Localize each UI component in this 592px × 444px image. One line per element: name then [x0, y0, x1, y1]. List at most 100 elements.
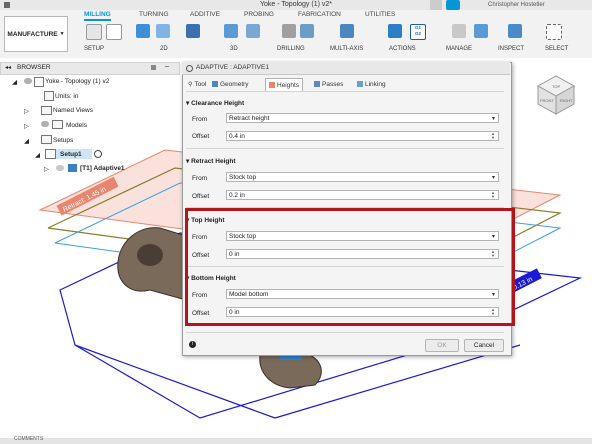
- radio-icon[interactable]: [94, 150, 102, 158]
- group-setup[interactable]: SETUP: [84, 46, 104, 52]
- from-label: From: [192, 116, 208, 123]
- workspace-label: MANUFACTURE: [7, 30, 58, 38]
- group-actions[interactable]: ACTIONS: [389, 46, 416, 52]
- passes-icon: [314, 81, 320, 87]
- expand-icon[interactable]: ▷: [24, 122, 29, 130]
- face-icon[interactable]: [186, 24, 200, 38]
- tool-library-icon[interactable]: [452, 24, 466, 38]
- tool-icon: ⚲: [188, 81, 193, 88]
- tree-toggle[interactable]: ◢: [24, 137, 29, 145]
- section-clearance-height[interactable]: ▾ Clearance Height: [186, 99, 244, 107]
- tab-geometry[interactable]: Geometry: [212, 78, 249, 90]
- linking-icon: [357, 81, 363, 87]
- new-tab-icon[interactable]: [430, 0, 442, 10]
- tree-setups[interactable]: Setups: [53, 137, 73, 144]
- clearance-offset-input[interactable]: 0.4 in ▲ ▼: [226, 131, 499, 141]
- offset-label: Offset: [192, 193, 210, 200]
- document-icon: [34, 77, 44, 87]
- setup-icon[interactable]: [86, 24, 102, 40]
- setup-folder-icon: [45, 149, 56, 159]
- drill-options-icon[interactable]: [300, 24, 314, 38]
- tree-setup1[interactable]: Setup1: [60, 151, 82, 158]
- inspect-icon[interactable]: [508, 24, 522, 38]
- tree-toggle[interactable]: ◢: [12, 78, 17, 86]
- spinner-icon[interactable]: ▲ ▼: [491, 132, 497, 140]
- group-drilling[interactable]: DRILLING: [277, 46, 305, 52]
- close-icon[interactable]: –: [165, 63, 169, 70]
- tab-turning[interactable]: TURNING: [139, 11, 169, 18]
- group-3d[interactable]: 3D: [230, 46, 238, 52]
- navigation-toolbar[interactable]: [200, 438, 380, 444]
- tree-models[interactable]: Models: [66, 122, 87, 129]
- group-inspect[interactable]: INSPECT: [498, 46, 524, 52]
- chevron-down-icon: ▾: [491, 116, 495, 122]
- group-manage[interactable]: MANAGE: [446, 46, 472, 52]
- tab-additive[interactable]: ADDITIVE: [190, 11, 220, 18]
- simulate-icon[interactable]: [388, 24, 402, 38]
- expand-icon[interactable]: ▷: [24, 107, 29, 115]
- eye-icon[interactable]: [24, 78, 32, 84]
- tree-named-views[interactable]: Named Views: [53, 107, 93, 114]
- tab-utilities[interactable]: UTILITIES: [365, 11, 395, 18]
- group-2d[interactable]: 2D: [160, 46, 168, 52]
- dialog-title-bar[interactable]: ADAPTIVE : ADAPTIVE1: [182, 62, 510, 75]
- multi-axis-icon[interactable]: [340, 24, 354, 38]
- tab-tool[interactable]: ⚲ Tool: [188, 78, 206, 90]
- tab-passes[interactable]: Passes: [314, 78, 343, 90]
- view-cube[interactable]: TOP FRONT RIGHT: [528, 64, 584, 120]
- separator: [186, 91, 504, 92]
- post-process-icon[interactable]: G1 G2: [410, 24, 426, 40]
- sync-icon[interactable]: [446, 0, 460, 10]
- eye-icon[interactable]: [41, 121, 49, 127]
- section-retract-height[interactable]: ▾ Retract Height: [186, 157, 236, 165]
- workspace-switcher[interactable]: MANUFACTURE ▼: [4, 16, 68, 52]
- group-multi-axis[interactable]: MULTI-AXIS: [330, 46, 363, 52]
- info-icon[interactable]: i: [189, 341, 196, 348]
- retract-from-select[interactable]: Stock top ▾: [226, 172, 499, 182]
- yoke-hole: [137, 244, 163, 266]
- expand-dialog-icon[interactable]: [186, 65, 193, 72]
- dialog-title: ADAPTIVE : ADAPTIVE1: [196, 64, 269, 71]
- browser-title: BROWSER: [17, 64, 51, 71]
- clearance-from-select[interactable]: Retract height ▾: [226, 113, 499, 123]
- view-cube-right-label: RIGHT: [560, 98, 573, 103]
- comments-label[interactable]: COMMENTS: [14, 436, 43, 442]
- tree-adaptive1[interactable]: [T1] Adaptive1: [80, 165, 125, 172]
- app-grid-icon[interactable]: [4, 2, 10, 8]
- view-cube-top-label: TOP: [552, 84, 560, 89]
- eye-icon[interactable]: [56, 165, 64, 171]
- tab-fabrication[interactable]: FABRICATION: [298, 11, 341, 18]
- user-name[interactable]: Christopher Hostetler: [488, 0, 545, 10]
- tab-milling[interactable]: MILLING: [84, 11, 111, 21]
- chevron-down-icon: ▾: [491, 175, 495, 181]
- highlight-box: [185, 208, 515, 326]
- ok-button[interactable]: OK: [425, 339, 459, 352]
- 3d-pocket-icon[interactable]: [246, 24, 260, 38]
- 3d-adaptive-icon[interactable]: [224, 24, 238, 38]
- 2d-adaptive-icon[interactable]: [136, 24, 150, 38]
- browser-header[interactable]: ◂◂ BROWSER –: [0, 62, 180, 75]
- nc-program-icon[interactable]: [106, 24, 122, 40]
- manage-options-icon[interactable]: [474, 24, 488, 38]
- window-title: Yoke - Topology (1) v2*: [260, 1, 332, 8]
- tree-root[interactable]: Yoke - Topology (1) v2: [45, 78, 109, 85]
- separator: [186, 332, 504, 333]
- tab-linking[interactable]: Linking: [357, 78, 386, 90]
- view-cube-front-label: FRONT: [540, 98, 554, 103]
- offset-label: Offset: [192, 133, 210, 140]
- pin-icon[interactable]: [151, 65, 156, 70]
- retract-offset-input[interactable]: 0.2 in ▲ ▼: [226, 190, 499, 200]
- cancel-button[interactable]: Cancel: [464, 339, 504, 352]
- 2d-pocket-icon[interactable]: [156, 24, 170, 38]
- tree-units[interactable]: Units: in: [55, 93, 78, 100]
- drill-icon[interactable]: [282, 24, 296, 38]
- tree-toggle[interactable]: ◢: [35, 151, 40, 159]
- collapse-icon[interactable]: ◂◂: [5, 64, 11, 71]
- group-select[interactable]: SELECT: [545, 46, 568, 52]
- tab-heights[interactable]: Heights: [265, 78, 304, 91]
- spinner-icon[interactable]: ▲ ▼: [491, 191, 497, 199]
- select-icon[interactable]: [546, 24, 562, 40]
- geometry-icon: [212, 81, 218, 87]
- expand-icon[interactable]: ▷: [44, 165, 49, 173]
- tab-probing[interactable]: PROBING: [244, 11, 274, 18]
